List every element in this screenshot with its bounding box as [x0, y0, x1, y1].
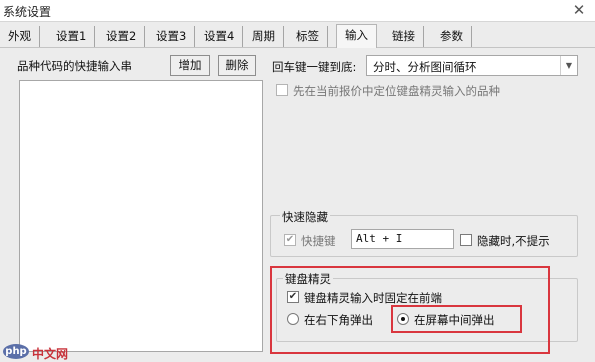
tab-period[interactable]: 周期: [244, 26, 284, 48]
hotkey-input[interactable]: Alt + I: [351, 229, 454, 249]
tab-settings2[interactable]: 设置2: [98, 26, 146, 48]
chevron-down-icon[interactable]: ▼: [560, 56, 577, 75]
delete-button[interactable]: 删除: [218, 55, 256, 76]
enter-key-value: 分时、分析图间循环: [373, 60, 477, 74]
tab-links[interactable]: 链接: [384, 26, 424, 48]
tab-settings3[interactable]: 设置3: [148, 26, 196, 48]
close-icon[interactable]: ✕: [567, 0, 591, 20]
no-prompt-label: 隐藏时,不提示: [477, 234, 550, 248]
enter-key-label: 回车键一键到底:: [272, 60, 357, 74]
quick-hide-title: 快速隐藏: [280, 209, 330, 225]
tab-appearance[interactable]: 外观: [0, 26, 40, 48]
enter-key-select[interactable]: 分时、分析图间循环 ▼: [366, 55, 578, 76]
tab-labels[interactable]: 标签: [288, 26, 328, 48]
highlight-box-center-option: [391, 305, 522, 333]
add-button[interactable]: 增加: [170, 55, 210, 76]
watermark-logo: php: [3, 344, 29, 359]
shortcut-list-label: 品种代码的快捷输入串: [17, 59, 132, 73]
hotkey-checkbox[interactable]: ✔: [284, 234, 296, 246]
hotkey-label: 快捷键: [301, 234, 336, 248]
locate-wizard-label: 先在当前报价中定位键盘精灵输入的品种: [293, 84, 500, 98]
no-prompt-checkbox[interactable]: [460, 234, 472, 246]
tab-divider: [0, 47, 595, 48]
tab-settings1[interactable]: 设置1: [48, 26, 96, 48]
shortcut-list[interactable]: [19, 80, 263, 352]
tab-params[interactable]: 参数: [432, 26, 472, 48]
watermark-text: 中文网: [32, 347, 69, 361]
title-bar: 系统设置 ✕: [0, 0, 595, 22]
checkmark-icon: ✔: [285, 234, 295, 245]
tab-input[interactable]: 输入: [336, 24, 377, 48]
locate-wizard-checkbox[interactable]: [276, 84, 288, 96]
window-title: 系统设置: [3, 5, 52, 19]
tab-settings4[interactable]: 设置4: [196, 26, 244, 48]
